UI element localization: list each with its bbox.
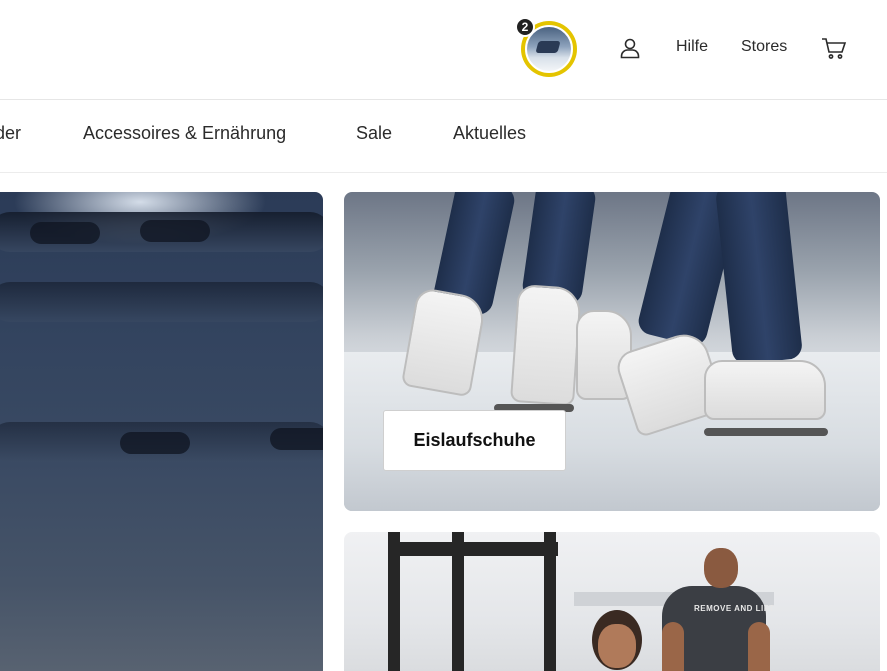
nav-item-aktuelles[interactable]: Aktuelles [453,123,526,144]
promo-tile-gym[interactable]: REMOVE AND LIFT [344,532,880,671]
help-link[interactable]: Hilfe [676,38,708,56]
main-navigation: der Accessoires & Ernährung Sale Aktuell… [0,100,887,173]
rack-bar [388,542,558,556]
tread-stud [120,432,190,454]
trainer-arm [662,622,684,671]
cart-icon[interactable] [820,36,848,60]
tread-band [0,282,323,322]
tread-stud [270,428,323,450]
skate-blade [704,428,828,436]
nav-item-sale[interactable]: Sale [356,123,392,144]
stores-link[interactable]: Stores [741,38,787,56]
skater-leg [714,192,804,366]
promo-tile-tire[interactable] [0,192,323,671]
skate-boot [704,360,826,420]
tread-stud [140,220,210,242]
site-header: 2 Hilfe Stores [0,0,887,100]
eislaufschuhe-button[interactable]: Eislaufschuhe [383,410,566,471]
shirt-print: REMOVE AND LIFT [694,604,775,613]
user-icon[interactable] [618,36,642,60]
avatar-count-badge: 2 [515,17,535,37]
athlete-face [598,624,636,668]
promo-tile-skates[interactable]: Eislaufschuhe [344,192,880,511]
trainer-head [704,548,738,588]
skate-boot [509,283,583,407]
trainer-arm [748,622,770,671]
tread-stud [30,222,100,244]
nav-item-kinder[interactable]: der [0,123,21,144]
recently-viewed-avatar[interactable]: 2 [515,17,577,77]
nav-item-accessoires[interactable]: Accessoires & Ernährung [83,123,286,144]
